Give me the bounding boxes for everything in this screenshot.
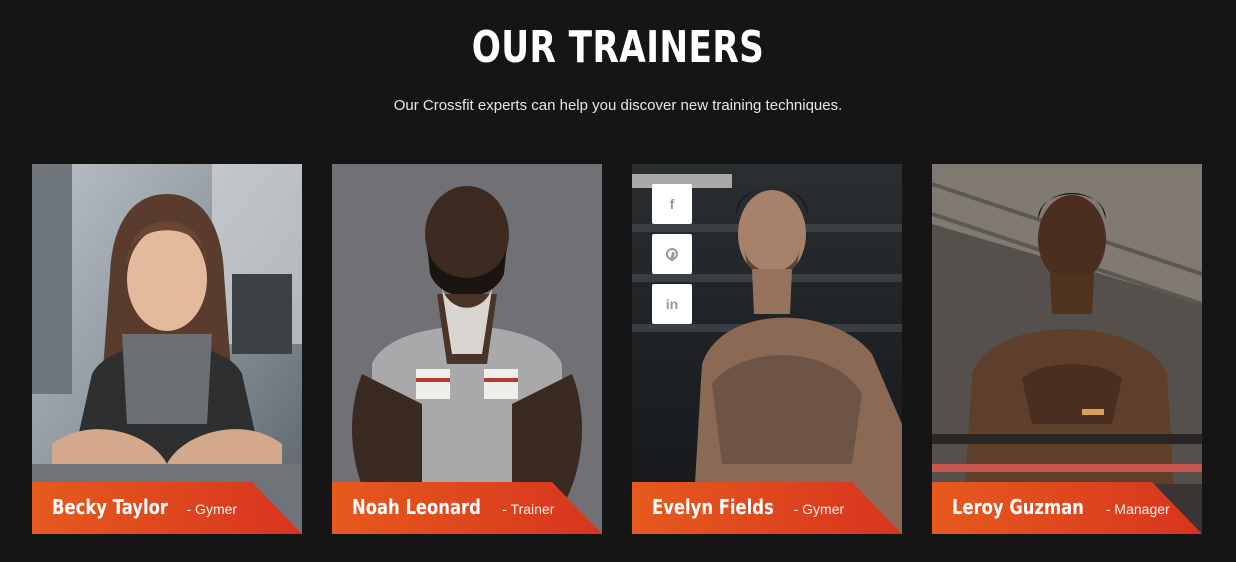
trainer-caption: Evelyn Fields - Gymer xyxy=(632,482,902,534)
trainer-photo xyxy=(932,164,1202,534)
facebook-button[interactable]: f xyxy=(652,184,692,224)
pinterest-icon xyxy=(666,248,678,260)
trainer-card[interactable]: Leroy Guzman - Manager xyxy=(932,164,1202,534)
linkedin-icon: in xyxy=(665,296,679,312)
trainer-role: - Gymer xyxy=(793,501,845,517)
trainer-name[interactable]: Becky Taylor xyxy=(52,495,168,519)
facebook-icon: f xyxy=(669,196,675,212)
trainer-name[interactable]: Evelyn Fields xyxy=(652,495,774,519)
trainer-caption: Becky Taylor - Gymer xyxy=(32,482,302,534)
trainer-caption: Noah Leonard - Trainer xyxy=(332,482,602,534)
trainer-photo xyxy=(32,164,302,534)
trainer-name[interactable]: Noah Leonard xyxy=(352,495,481,519)
trainer-name[interactable]: Leroy Guzman xyxy=(952,495,1084,519)
linkedin-button[interactable]: in xyxy=(652,284,692,324)
trainers-grid: Becky Taylor - Gymer Noah Leonard - Trai… xyxy=(32,164,1202,534)
trainers-section: OUR TRAINERS Our Crossfit experts can he… xyxy=(0,0,1236,562)
trainer-role: - Trainer xyxy=(502,501,555,517)
trainer-caption: Leroy Guzman - Manager xyxy=(932,482,1202,534)
trainer-card[interactable]: f in Evelyn Fields - Gymer xyxy=(632,164,902,534)
trainer-card[interactable]: Becky Taylor - Gymer xyxy=(32,164,302,534)
trainer-role: - Manager xyxy=(1105,501,1170,517)
section-subtitle: Our Crossfit experts can help you discov… xyxy=(393,97,843,114)
section-title: OUR TRAINERS xyxy=(471,22,765,73)
trainer-card[interactable]: Noah Leonard - Trainer xyxy=(332,164,602,534)
trainer-role: - Gymer xyxy=(186,501,238,517)
trainer-photo xyxy=(332,164,602,534)
pinterest-button[interactable] xyxy=(652,234,692,274)
